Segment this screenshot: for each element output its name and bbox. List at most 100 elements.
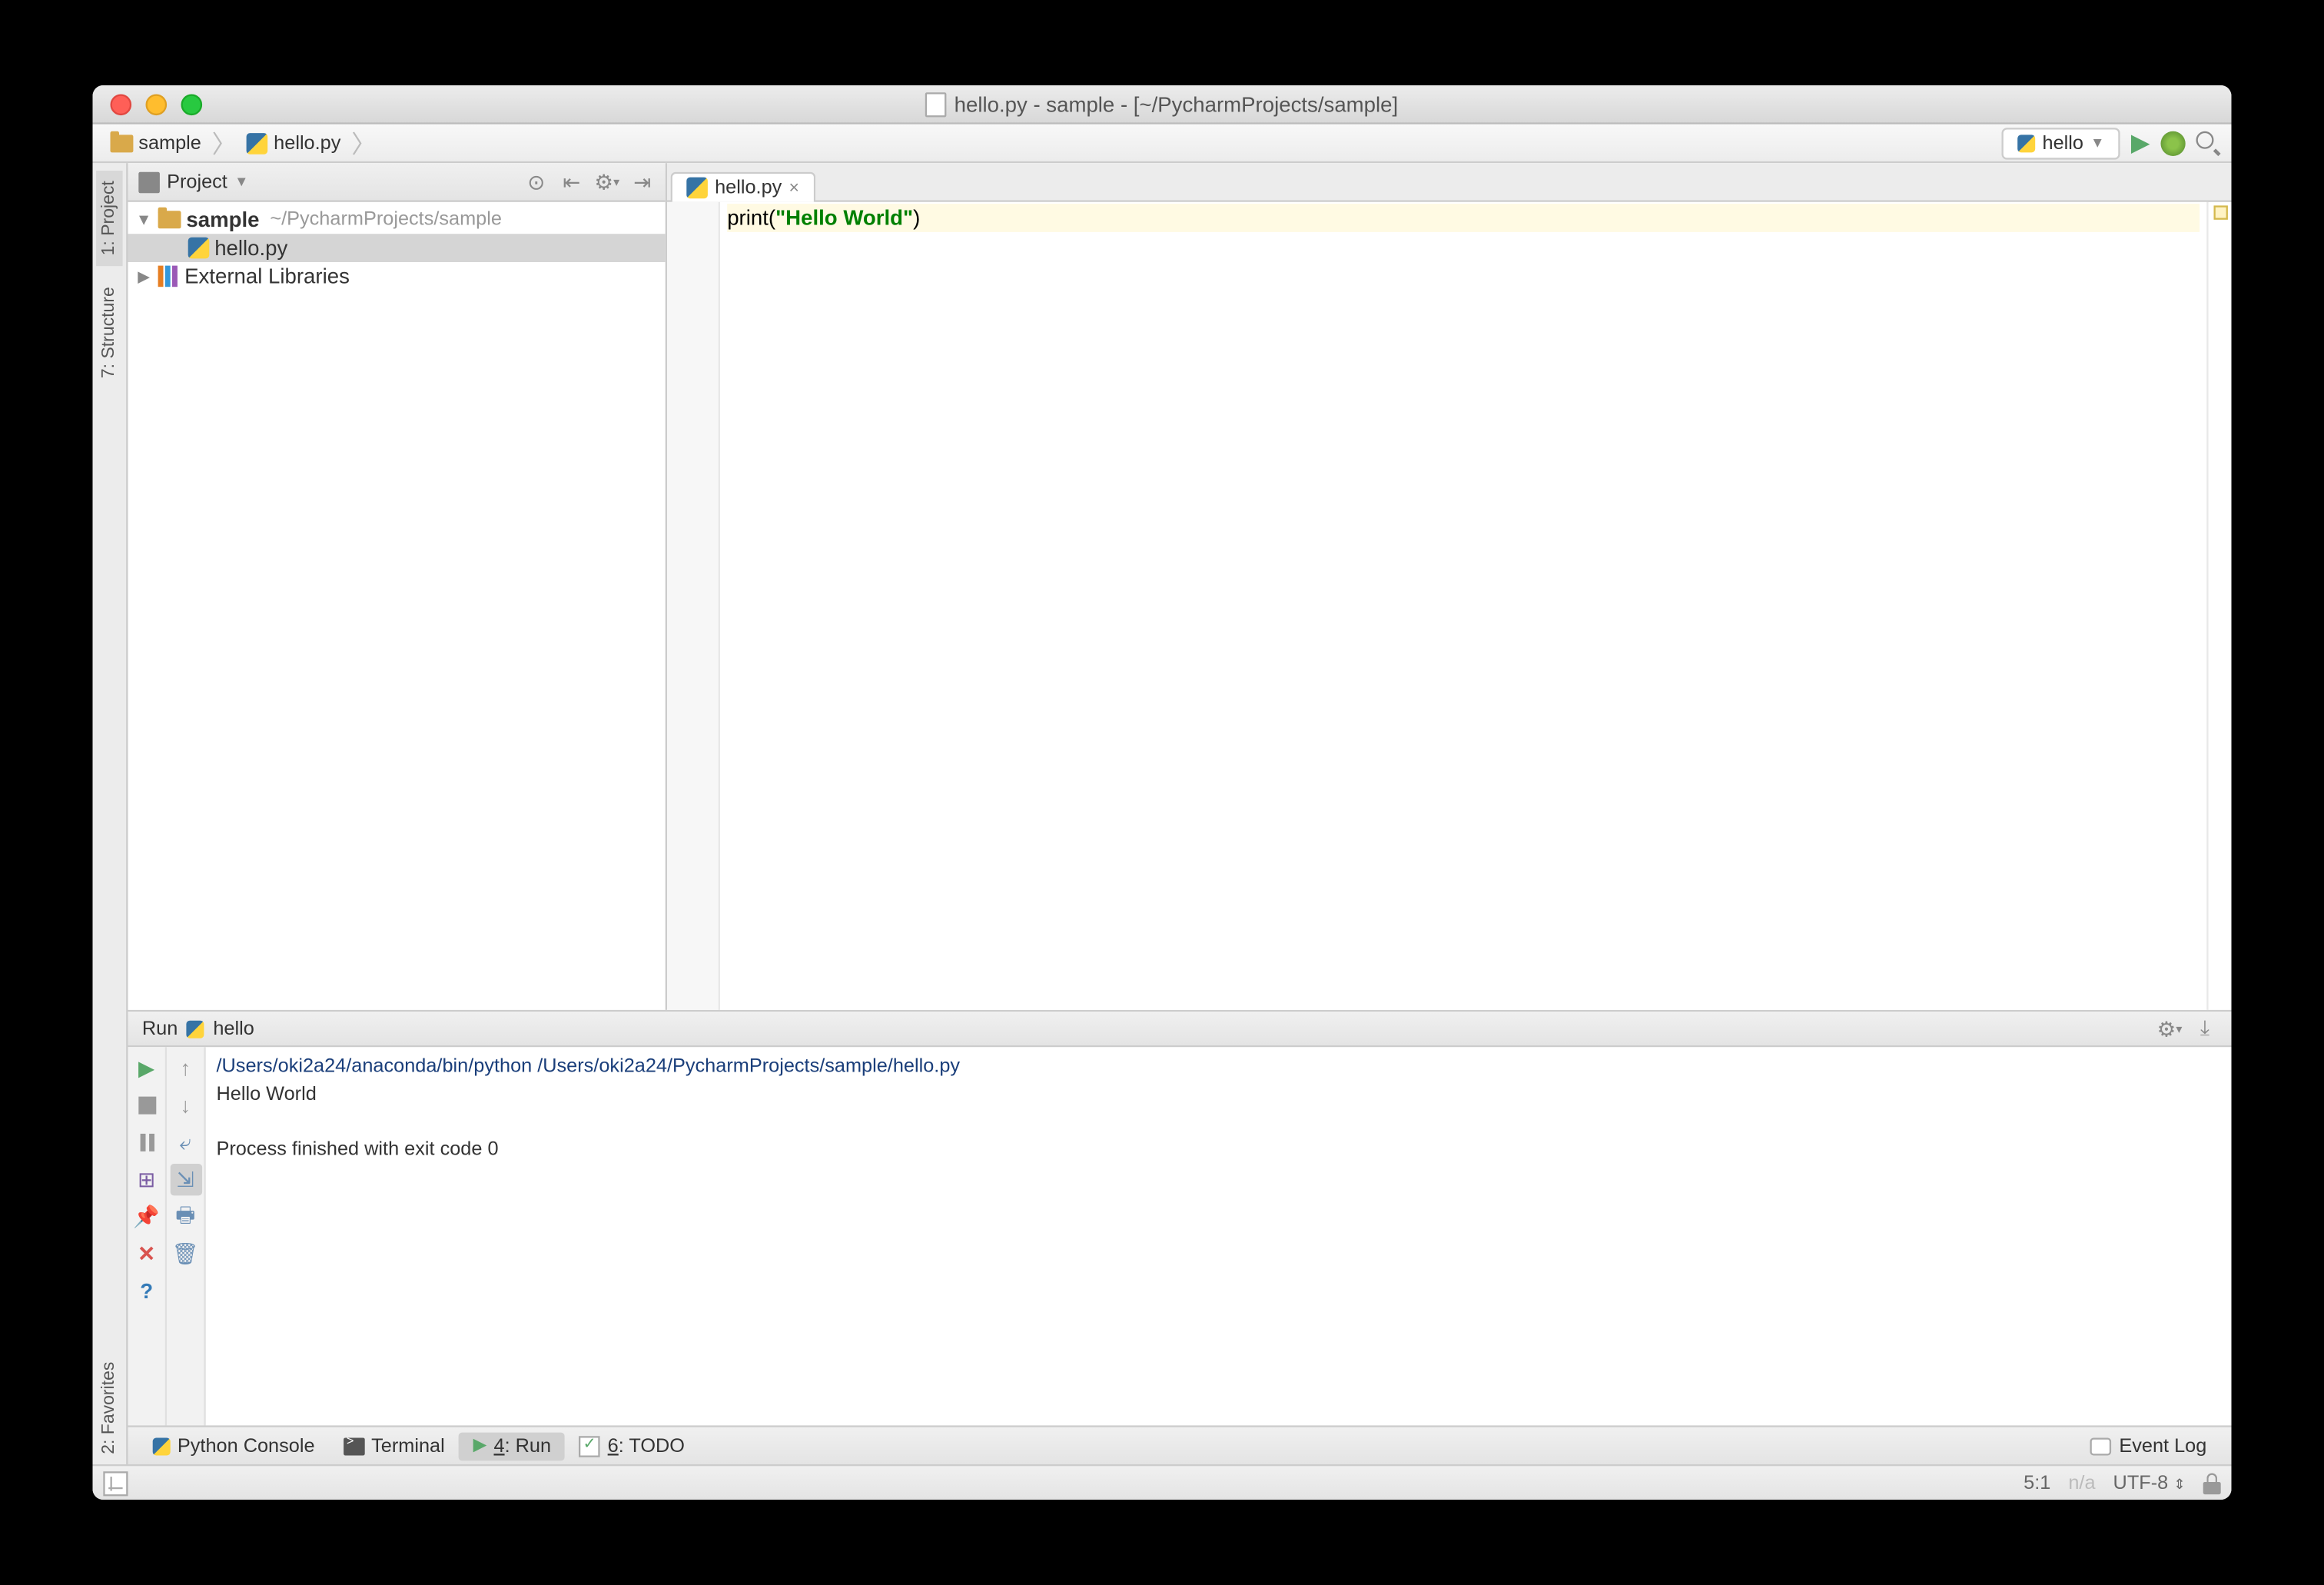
python-file-icon [686, 178, 708, 199]
run-config-label: hello [213, 1018, 254, 1039]
structure-tool-tab[interactable]: 7: Structure [96, 277, 123, 390]
editor-area: hello.py × print("Hello World") [667, 163, 2232, 1010]
breadcrumb: sample 〉 hello.py 〉 [103, 125, 2001, 161]
expand-arrow-icon[interactable]: ▼ [135, 211, 153, 228]
project-panel: Project ▼ ⊙ ⇤ ⚙▾ ⇥ ▼ [128, 163, 668, 1010]
code-line[interactable]: print("Hello World") [727, 204, 2200, 232]
encoding-selector[interactable]: UTF-8 ⇕ [2113, 1472, 2186, 1494]
close-tab-button[interactable]: × [789, 178, 799, 198]
python-icon [153, 1437, 171, 1454]
debug-button[interactable] [2161, 131, 2186, 155]
project-tool-tab[interactable]: 1: Project [96, 170, 123, 266]
console-output[interactable]: /Users/oki2a24/anaconda/bin/python /User… [206, 1047, 2232, 1425]
run-tab[interactable]: ▶ 4: Run [459, 1431, 565, 1460]
status-bar: 5:1 n/a UTF-8 ⇕ [93, 1464, 2232, 1500]
dump-threads-button[interactable]: ⊞ [131, 1164, 162, 1195]
event-log-label: Event Log [2119, 1435, 2206, 1457]
todo-tab-label: 6: TODO [608, 1435, 685, 1457]
hide-panel-button[interactable]: ⇥ [630, 169, 655, 194]
editor-error-stripe[interactable] [2206, 202, 2231, 1010]
left-tool-gutter: 1: Project 7: Structure 2: Favorites [93, 163, 128, 1464]
tree-extlib-label: External Libraries [184, 264, 350, 288]
zoom-window-button[interactable] [181, 93, 203, 115]
folder-icon [111, 134, 134, 151]
event-log-icon [2091, 1437, 2113, 1454]
ide-window: hello.py - sample - [~/PycharmProjects/s… [93, 85, 2232, 1500]
up-stack-button[interactable]: ↑ [170, 1052, 201, 1084]
stop-button[interactable] [131, 1089, 162, 1121]
breadcrumb-separator: 〉 [212, 125, 237, 161]
close-window-button[interactable] [111, 93, 132, 115]
folder-icon [158, 211, 181, 228]
tree-root-name: sample [186, 208, 259, 232]
titlebar: hello.py - sample - [~/PycharmProjects/s… [93, 85, 2232, 125]
run-button[interactable]: ▶ [2131, 128, 2150, 158]
token-string: "Hello World" [775, 205, 913, 230]
tree-file[interactable]: hello.py [128, 234, 666, 262]
editor-tab[interactable]: hello.py × [671, 172, 815, 202]
rerun-button[interactable]: ▶ [131, 1052, 162, 1084]
terminal-tab[interactable]: Terminal [329, 1431, 459, 1460]
breadcrumb-file[interactable]: hello.py [240, 131, 347, 155]
pin-tab-button[interactable]: 📌 [131, 1201, 162, 1232]
run-tab-label: 4: Run [493, 1435, 551, 1457]
insert-mode: n/a [2068, 1472, 2095, 1494]
tool-windows-toggle[interactable] [103, 1470, 128, 1495]
window-title: hello.py - sample - [~/PycharmProjects/s… [954, 91, 1399, 116]
run-toolbar: ▶ ⊞ 📌 ✕ ? ↑ ↓ ⤶ ⇲ [128, 1047, 206, 1425]
run-config-name: hello [2043, 132, 2083, 154]
editor-tab-label: hello.py [715, 178, 782, 199]
down-stack-button[interactable]: ↓ [170, 1089, 201, 1121]
scroll-to-end-button[interactable]: ⇲ [170, 1164, 201, 1195]
soft-wrap-button[interactable]: ⤶ [170, 1127, 201, 1158]
breadcrumb-project[interactable]: sample [103, 131, 208, 155]
play-icon: ▶ [473, 1436, 487, 1455]
hide-panel-button[interactable]: ⤓ [2193, 1016, 2217, 1041]
tree-external-libraries[interactable]: ▶ External Libraries [128, 262, 666, 291]
collapse-all-button[interactable]: ⇤ [559, 169, 584, 194]
settings-button[interactable]: ⚙▾ [2157, 1016, 2182, 1041]
close-tab-button[interactable]: ✕ [131, 1238, 162, 1270]
terminal-label: Terminal [371, 1435, 445, 1457]
minimize-window-button[interactable] [146, 93, 168, 115]
chevron-down-icon: ▼ [2090, 135, 2104, 151]
expand-arrow-icon[interactable]: ▶ [135, 267, 153, 286]
project-tab-label: 1: Project [100, 181, 119, 255]
event-log-tab[interactable]: Event Log [2077, 1431, 2221, 1460]
tree-root[interactable]: ▼ sample ~/PycharmProjects/sample [128, 205, 666, 234]
search-button[interactable] [2196, 131, 2221, 155]
todo-icon [579, 1435, 601, 1457]
project-panel-header: Project ▼ ⊙ ⇤ ⚙▾ ⇥ [128, 163, 666, 202]
todo-tab[interactable]: 6: TODO [565, 1431, 699, 1460]
terminal-icon [343, 1437, 364, 1454]
run-tool-window: Run hello ⚙▾ ⤓ ▶ ⊞ [128, 1010, 2232, 1426]
settings-button[interactable]: ⚙▾ [595, 169, 619, 194]
inspection-marker[interactable] [2214, 205, 2228, 219]
navigation-bar: sample 〉 hello.py 〉 hello ▼ ▶ [93, 125, 2232, 164]
help-button[interactable]: ? [131, 1275, 162, 1307]
pause-button[interactable] [131, 1127, 162, 1158]
editor[interactable]: print("Hello World") [667, 202, 2232, 1010]
print-button[interactable]: 🖶 [170, 1201, 201, 1232]
editor-gutter[interactable] [667, 202, 720, 1010]
project-tree[interactable]: ▼ sample ~/PycharmProjects/sample hello.… [128, 202, 666, 1010]
read-only-toggle[interactable] [2203, 1472, 2221, 1494]
tree-file-name: hello.py [214, 236, 287, 261]
chevron-down-icon[interactable]: ▼ [234, 174, 248, 190]
breadcrumb-separator: 〉 [351, 125, 376, 161]
python-console-tab[interactable]: Python Console [138, 1431, 329, 1460]
breadcrumb-project-label: sample [138, 132, 201, 154]
run-title: Run [142, 1018, 178, 1039]
clear-all-button[interactable]: 🗑 [170, 1238, 201, 1270]
code-area[interactable]: print("Hello World") [720, 202, 2206, 1010]
file-icon [926, 91, 948, 116]
run-config-selector[interactable]: hello ▼ [2002, 127, 2120, 158]
breadcrumb-file-label: hello.py [274, 132, 340, 154]
favorites-tool-tab[interactable]: 2: Favorites [96, 1351, 123, 1464]
python-icon [187, 1020, 204, 1038]
cursor-position[interactable]: 5:1 [2024, 1472, 2050, 1494]
python-file-icon [188, 238, 210, 259]
scroll-from-source-button[interactable]: ⊙ [524, 169, 549, 194]
library-icon [158, 266, 180, 287]
console-stdout: Hello World [217, 1085, 317, 1106]
